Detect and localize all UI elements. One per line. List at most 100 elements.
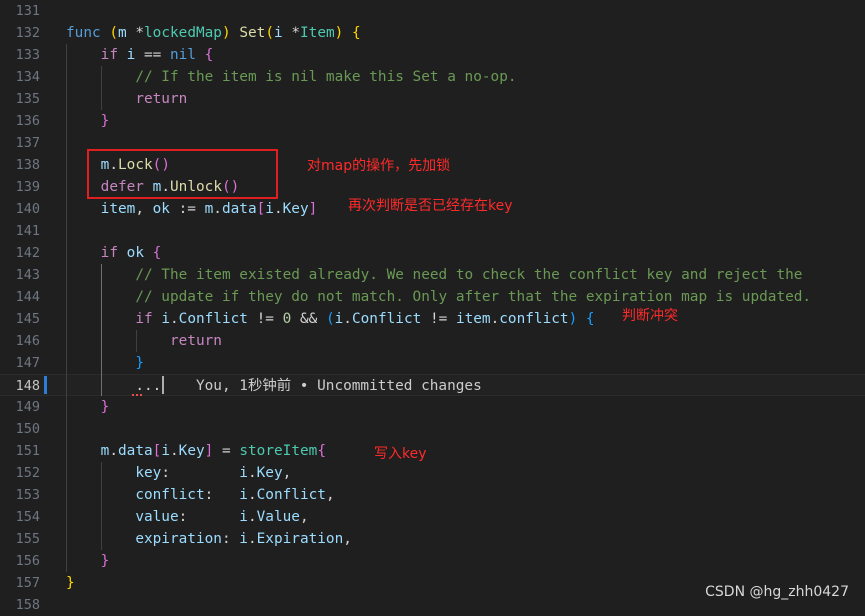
- code-line[interactable]: 144 // update if they do not match. Only…: [0, 286, 865, 308]
- modified-line-indicator: [44, 376, 47, 394]
- code-token: storeItem: [239, 443, 318, 459]
- code-token: =: [213, 443, 240, 459]
- line-number: 145: [15, 311, 40, 327]
- code-text: ... You, 1秒钟前 • Uncommitted changes: [66, 375, 481, 397]
- line-number: 138: [15, 157, 40, 173]
- code-line[interactable]: 153 conflict: i.Conflict,: [0, 484, 865, 506]
- code-token: expiration: [135, 531, 222, 547]
- code-text: key: i.Key,: [66, 462, 291, 484]
- code-text: item, ok := m.data[i.Key]: [66, 198, 318, 220]
- line-number: 133: [15, 47, 40, 63]
- code-token: }: [66, 575, 75, 591]
- code-line[interactable]: 142 if ok {: [0, 242, 865, 264]
- code-text: return: [66, 88, 187, 110]
- code-token: conflict: [499, 311, 569, 327]
- code-token: ,: [282, 465, 292, 481]
- code-token: Set: [239, 25, 266, 41]
- line-number: 136: [15, 113, 40, 129]
- code-token: ,: [325, 487, 335, 503]
- code-text: }: [66, 352, 144, 374]
- code-line[interactable]: 156 }: [0, 550, 865, 572]
- code-token: lockedMap: [144, 25, 222, 41]
- line-number: 152: [15, 465, 40, 481]
- code-token: Value: [256, 509, 300, 525]
- line-number: 146: [15, 333, 40, 349]
- line-number: 141: [15, 223, 40, 239]
- code-token: Item: [300, 25, 335, 41]
- code-line[interactable]: 131: [0, 0, 865, 22]
- code-token: ): [568, 311, 578, 327]
- code-token: ok: [126, 245, 144, 261]
- code-token: .: [169, 311, 179, 327]
- code-line[interactable]: 134 // If the item is nil make this Set …: [0, 66, 865, 88]
- code-text: return: [66, 330, 222, 352]
- code-line[interactable]: 141: [0, 220, 865, 242]
- code-text: }: [66, 550, 110, 572]
- code-token: // update if they do not match. Only aft…: [135, 289, 812, 305]
- code-token: .: [247, 487, 257, 503]
- code-line[interactable]: 146 return: [0, 330, 865, 352]
- code-line[interactable]: 133 if i == nil {: [0, 44, 865, 66]
- code-token: .: [213, 201, 222, 217]
- code-token: value: [135, 509, 179, 525]
- code-token: *: [126, 25, 144, 41]
- code-line[interactable]: 136 }: [0, 110, 865, 132]
- code-token: i: [239, 531, 248, 547]
- indent-guide: [100, 66, 102, 110]
- line-number: 148: [15, 378, 40, 394]
- code-token: return: [169, 333, 222, 349]
- code-token: data: [118, 443, 153, 459]
- line-number: 143: [15, 267, 40, 283]
- code-line[interactable]: 148 ... You, 1秒钟前 • Uncommitted changes: [0, 374, 865, 396]
- code-editor[interactable]: 131 132 func (m *lockedMap) Set(i *Item) {…: [0, 0, 865, 613]
- code-line[interactable]: 152 key: i.Key,: [0, 462, 865, 484]
- code-token: Conflict: [351, 311, 422, 327]
- code-token: }: [135, 355, 144, 371]
- code-line[interactable]: 135 return: [0, 88, 865, 110]
- line-number: 144: [15, 289, 40, 305]
- code-line[interactable]: 143 // The item existed already. We need…: [0, 264, 865, 286]
- annotation-write-key: 写入key: [374, 446, 427, 462]
- code-line[interactable]: 149 }: [0, 396, 865, 418]
- indent-guide: [66, 44, 67, 572]
- line-number: 150: [15, 421, 40, 437]
- code-token: (: [265, 25, 274, 41]
- code-token: i: [239, 509, 248, 525]
- annotation-check-key: 再次判断是否已经存在key: [348, 198, 513, 214]
- code-token: ,: [135, 201, 153, 217]
- code-line[interactable]: 150: [0, 418, 865, 440]
- code-line[interactable]: 147 }: [0, 352, 865, 374]
- indent-guide: [100, 462, 102, 550]
- line-number: 132: [15, 25, 40, 41]
- code-line[interactable]: 155 expiration: i.Expiration,: [0, 528, 865, 550]
- code-line[interactable]: 151 m.data[i.Key] = storeItem{: [0, 440, 865, 462]
- code-token: if: [100, 47, 118, 63]
- code-token: {: [152, 245, 162, 261]
- code-line[interactable]: 154 value: i.Value,: [0, 506, 865, 528]
- code-token: m: [118, 25, 127, 41]
- code-token: {: [317, 443, 326, 459]
- code-line[interactable]: 132 func (m *lockedMap) Set(i *Item) {: [0, 22, 865, 44]
- code-token: .: [343, 311, 352, 327]
- code-token: ,: [343, 531, 352, 547]
- code-token: i: [239, 487, 248, 503]
- code-token: {: [204, 47, 214, 63]
- code-text: // The item existed already. We need to …: [66, 264, 802, 286]
- line-number: 131: [15, 3, 40, 19]
- code-token: Key: [256, 465, 283, 481]
- code-token: conflict: [135, 487, 205, 503]
- code-text: if i == nil {: [66, 44, 214, 66]
- code-token: ,: [299, 509, 309, 525]
- code-line[interactable]: 145 if i.Conflict != 0 && (i.Conflict !=…: [0, 308, 865, 330]
- line-number: 158: [15, 597, 40, 613]
- line-number: 154: [15, 509, 40, 525]
- code-token: m: [204, 201, 214, 217]
